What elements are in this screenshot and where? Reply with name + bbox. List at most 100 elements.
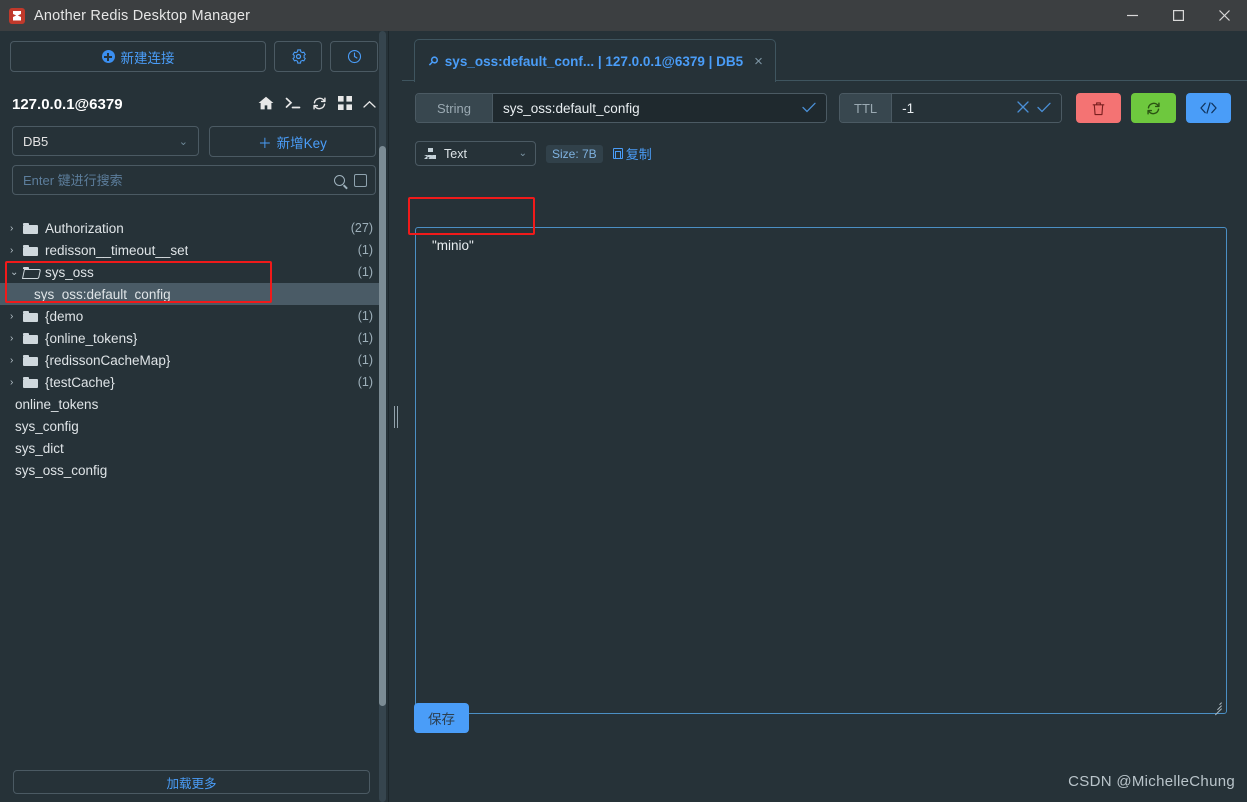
plus-icon: ＋ — [258, 135, 272, 151]
tree-item-label: Authorization — [45, 220, 124, 236]
tree-item-label: sys_dict — [15, 440, 64, 456]
tree-item-count: (1) — [357, 375, 373, 389]
expand-arrow-icon[interactable]: › — [10, 245, 23, 256]
key-tree: › Authorization (27) › redisson__timeout… — [0, 217, 383, 770]
collapse-arrow-icon[interactable]: ⌄ — [10, 267, 23, 278]
exact-match-checkbox[interactable] — [354, 173, 367, 187]
x-icon[interactable] — [1017, 100, 1029, 116]
sidebar-scrollbar[interactable] — [376, 31, 388, 802]
tree-row[interactable]: online_tokens — [0, 393, 383, 415]
expand-arrow-icon[interactable]: › — [10, 333, 23, 344]
tree-row[interactable]: › {testCache} (1) — [0, 371, 383, 393]
tree-row[interactable]: › {online_tokens} (1) — [0, 327, 383, 349]
tab-close-icon[interactable]: × — [754, 53, 763, 70]
refresh-icon[interactable] — [312, 96, 327, 113]
expand-arrow-icon[interactable]: › — [10, 355, 23, 366]
tree-row[interactable]: sys_config — [0, 415, 383, 437]
add-key-button[interactable]: ＋ 新增Key — [209, 126, 376, 157]
host-label: 127.0.0.1@6379 — [12, 95, 123, 113]
value-toolbar: Text ⌄ Size: 7B 复制 — [402, 123, 1247, 166]
watermark: CSDN @MichelleChung — [1068, 773, 1235, 790]
tree-item-count: (1) — [357, 243, 373, 257]
tree-item-label: online_tokens — [15, 396, 99, 412]
key-toolbar: String TTL — [402, 81, 1247, 123]
load-more-button[interactable]: 加载更多 — [13, 770, 370, 794]
expand-arrow-icon[interactable]: › — [10, 311, 23, 322]
tree-item-label: {demo — [45, 308, 84, 324]
ttl-group: TTL — [839, 93, 1062, 123]
tree-item-label: redisson__timeout__set — [45, 242, 189, 258]
search-icon[interactable] — [334, 174, 345, 186]
new-connection-button[interactable]: 新建连接 — [10, 41, 266, 72]
tree-row[interactable]: sys_oss_config — [0, 459, 383, 481]
home-icon[interactable] — [258, 96, 274, 112]
delete-key-button[interactable] — [1076, 93, 1121, 123]
copy-value-button[interactable]: 复制 — [612, 144, 652, 163]
tree-row[interactable]: › redisson__timeout__set (1) — [0, 239, 383, 261]
grid-icon[interactable] — [338, 96, 352, 112]
maximize-button[interactable] — [1155, 0, 1201, 31]
clock-icon — [347, 49, 361, 64]
folder-icon — [23, 354, 38, 366]
collapse-icon[interactable] — [363, 97, 376, 111]
folder-icon — [23, 376, 38, 388]
key-name-field[interactable] — [493, 94, 826, 122]
tree-row[interactable]: › {redissonCacheMap} (1) — [0, 349, 383, 371]
tab-active-key[interactable]: ⚲ sys_oss:default_conf... | 127.0.0.1@63… — [414, 39, 776, 82]
settings-button[interactable] — [274, 41, 322, 72]
database-select[interactable]: DB5 ⌄ — [12, 126, 199, 156]
tree-row[interactable]: › Authorization (27) — [0, 217, 383, 239]
folder-icon — [23, 244, 38, 256]
ttl-input[interactable] — [902, 100, 1009, 116]
history-button[interactable] — [330, 41, 378, 72]
check-icon[interactable] — [802, 100, 816, 116]
tree-item-label: {testCache} — [45, 374, 115, 390]
key-type-label: String — [416, 94, 493, 122]
minimize-button[interactable] — [1109, 0, 1155, 31]
sitemap-icon — [424, 148, 436, 159]
folder-open-icon — [23, 266, 38, 278]
tree-item-label: sys_config — [15, 418, 79, 434]
panel-splitter[interactable] — [389, 31, 402, 802]
tree-row[interactable]: sys_dict — [0, 437, 383, 459]
tree-item-label: {redissonCacheMap} — [45, 352, 171, 368]
expand-arrow-icon[interactable]: › — [10, 223, 23, 234]
splitter-grip-icon — [393, 405, 398, 428]
ttl-label: TTL — [840, 94, 893, 122]
search-input[interactable] — [23, 172, 334, 188]
tree-item-count: (1) — [357, 265, 373, 279]
tree-row[interactable]: › {demo (1) — [0, 305, 383, 327]
view-code-button[interactable] — [1186, 93, 1231, 123]
value-textarea[interactable]: "minio" — [415, 227, 1227, 714]
gear-icon — [291, 49, 306, 64]
refresh-key-button[interactable] — [1131, 93, 1176, 123]
tab-label: sys_oss:default_conf... | 127.0.0.1@6379… — [444, 53, 744, 69]
value-size-badge: Size: 7B — [546, 144, 603, 163]
title-bar: Another Redis Desktop Manager — [0, 0, 1247, 31]
value-format-select[interactable]: Text ⌄ — [415, 141, 536, 166]
tab-bar: ⚲ sys_oss:default_conf... | 127.0.0.1@63… — [402, 31, 1247, 82]
database-select-value: DB5 — [23, 133, 49, 149]
connection-header: 127.0.0.1@6379 — [0, 87, 388, 121]
window-title: Another Redis Desktop Manager — [34, 7, 251, 24]
save-button[interactable]: 保存 — [414, 703, 469, 733]
copy-label: 复制 — [625, 147, 652, 162]
tree-row-sys-oss[interactable]: ⌄ sys_oss (1) — [0, 261, 383, 283]
tree-item-count: (1) — [357, 353, 373, 367]
scrollbar-thumb[interactable] — [379, 146, 386, 706]
load-more-wrap: 加载更多 — [0, 770, 383, 794]
check-icon[interactable] — [1037, 100, 1051, 116]
close-button[interactable] — [1201, 0, 1247, 31]
tree-row-selected-key[interactable]: sys_oss:default_config — [0, 283, 383, 305]
expand-arrow-icon[interactable]: › — [10, 377, 23, 388]
ttl-field[interactable] — [892, 94, 1061, 122]
tree-item-count: (1) — [357, 331, 373, 345]
redis-logo-icon — [9, 7, 25, 24]
key-name-input[interactable] — [503, 100, 794, 116]
plus-circle-icon — [101, 50, 115, 63]
copy-icon — [612, 148, 623, 159]
folder-icon — [23, 310, 38, 322]
new-connection-label: 新建连接 — [120, 50, 175, 66]
key-icon: ⚲ — [425, 52, 442, 70]
console-icon[interactable] — [285, 96, 301, 112]
